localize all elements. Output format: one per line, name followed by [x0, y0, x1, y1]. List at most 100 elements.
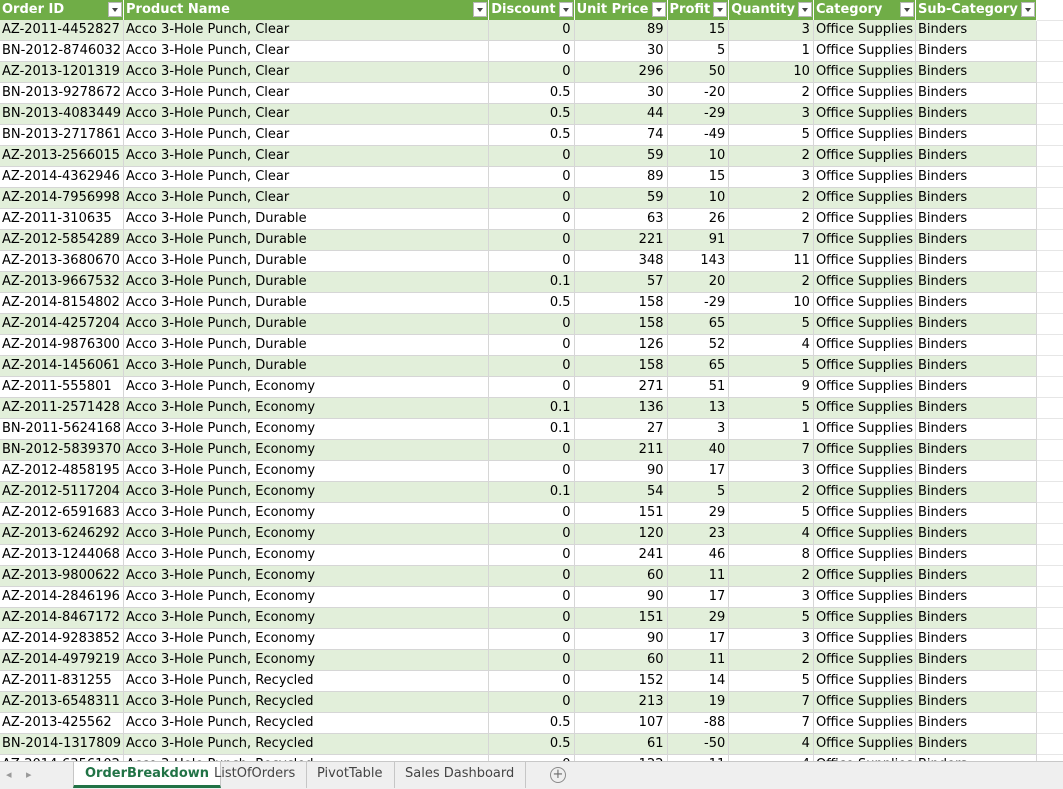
cell-discount[interactable]: 0	[488, 586, 575, 608]
cell-quantity[interactable]: 2	[728, 649, 814, 671]
cell-product-name[interactable]: Acco 3-Hole Punch, Economy	[123, 544, 490, 566]
cell-discount[interactable]: 0	[488, 565, 575, 587]
cell-unit-price[interactable]: 61	[574, 733, 668, 755]
empty-cell[interactable]	[1036, 208, 1063, 230]
cell-quantity[interactable]: 3	[728, 586, 814, 608]
cell-category[interactable]: Office Supplies	[813, 208, 917, 230]
cell-profit[interactable]: -50	[667, 733, 730, 755]
cell-category[interactable]: Office Supplies	[813, 250, 917, 272]
cell-quantity[interactable]: 5	[728, 313, 814, 335]
empty-cell[interactable]	[1036, 103, 1063, 125]
cell-order-id[interactable]: AZ-2013-3680670	[0, 250, 125, 272]
cell-discount[interactable]: 0	[488, 649, 575, 671]
cell-category[interactable]: Office Supplies	[813, 418, 917, 440]
cell-category[interactable]: Office Supplies	[813, 544, 917, 566]
filter-dropdown-icon[interactable]	[473, 2, 488, 17]
cell-category[interactable]: Office Supplies	[813, 712, 917, 734]
cell-unit-price[interactable]: 120	[574, 523, 668, 545]
cell-order-id[interactable]: BN-2013-9278672	[0, 82, 125, 104]
cell-unit-price[interactable]: 60	[574, 565, 668, 587]
cell-profit[interactable]: 17	[667, 460, 730, 482]
cell-profit[interactable]: -88	[667, 712, 730, 734]
cell-product-name[interactable]: Acco 3-Hole Punch, Clear	[123, 20, 490, 41]
add-sheet-icon[interactable]: +	[550, 767, 566, 783]
cell-unit-price[interactable]: 107	[574, 712, 668, 734]
cell-product-name[interactable]: Acco 3-Hole Punch, Economy	[123, 649, 490, 671]
cell-discount[interactable]: 0.5	[488, 82, 575, 104]
cell-product-name[interactable]: Acco 3-Hole Punch, Clear	[123, 124, 490, 146]
cell-order-id[interactable]: AZ-2014-4362946	[0, 166, 125, 188]
cell-sub-category[interactable]: Binders	[915, 313, 1037, 335]
cell-unit-price[interactable]: 151	[574, 502, 668, 524]
cell-order-id[interactable]: AZ-2013-1201319	[0, 61, 125, 83]
cell-sub-category[interactable]: Binders	[915, 502, 1037, 524]
cell-discount[interactable]: 0.5	[488, 712, 575, 734]
empty-cell[interactable]	[1036, 187, 1063, 209]
cell-quantity[interactable]: 4	[728, 334, 814, 356]
cell-quantity[interactable]: 5	[728, 124, 814, 146]
cell-unit-price[interactable]: 54	[574, 481, 668, 503]
cell-profit[interactable]: -20	[667, 82, 730, 104]
cell-category[interactable]: Office Supplies	[813, 292, 917, 314]
cell-unit-price[interactable]: 89	[574, 166, 668, 188]
tab-pivottable[interactable]: PivotTable	[306, 762, 395, 788]
cell-product-name[interactable]: Acco 3-Hole Punch, Economy	[123, 418, 490, 440]
cell-profit[interactable]: 13	[667, 397, 730, 419]
cell-unit-price[interactable]: 296	[574, 61, 668, 83]
cell-discount[interactable]: 0	[488, 208, 575, 230]
cell-unit-price[interactable]: 74	[574, 124, 668, 146]
cell-sub-category[interactable]: Binders	[915, 40, 1037, 62]
empty-cell[interactable]	[1036, 229, 1063, 251]
cell-profit[interactable]: 14	[667, 670, 730, 692]
cell-order-id[interactable]: AZ-2013-425562	[0, 712, 125, 734]
cell-profit[interactable]: -29	[667, 292, 730, 314]
cell-quantity[interactable]: 5	[728, 502, 814, 524]
filter-dropdown-icon[interactable]	[713, 2, 728, 17]
cell-sub-category[interactable]: Binders	[915, 271, 1037, 293]
cell-discount[interactable]: 0	[488, 166, 575, 188]
cell-order-id[interactable]: AZ-2013-1244068	[0, 544, 125, 566]
cell-discount[interactable]: 0.5	[488, 733, 575, 755]
cell-quantity[interactable]: 5	[728, 670, 814, 692]
cell-product-name[interactable]: Acco 3-Hole Punch, Economy	[123, 376, 490, 398]
cell-sub-category[interactable]: Binders	[915, 607, 1037, 629]
cell-sub-category[interactable]: Binders	[915, 376, 1037, 398]
cell-category[interactable]: Office Supplies	[813, 733, 917, 755]
cell-category[interactable]: Office Supplies	[813, 607, 917, 629]
cell-quantity[interactable]: 2	[728, 565, 814, 587]
filter-dropdown-icon[interactable]	[900, 2, 915, 17]
cell-category[interactable]: Office Supplies	[813, 523, 917, 545]
cell-sub-category[interactable]: Binders	[915, 292, 1037, 314]
empty-cell[interactable]	[1036, 712, 1063, 734]
cell-order-id[interactable]: AZ-2011-555801	[0, 376, 125, 398]
cell-order-id[interactable]: AZ-2013-9667532	[0, 271, 125, 293]
cell-order-id[interactable]: AZ-2014-8467172	[0, 607, 125, 629]
cell-category[interactable]: Office Supplies	[813, 376, 917, 398]
cell-quantity[interactable]: 11	[728, 250, 814, 272]
cell-product-name[interactable]: Acco 3-Hole Punch, Economy	[123, 481, 490, 503]
cell-quantity[interactable]: 3	[728, 20, 814, 41]
cell-product-name[interactable]: Acco 3-Hole Punch, Economy	[123, 628, 490, 650]
cell-unit-price[interactable]: 30	[574, 82, 668, 104]
cell-order-id[interactable]: AZ-2012-6591683	[0, 502, 125, 524]
cell-product-name[interactable]: Acco 3-Hole Punch, Economy	[123, 523, 490, 545]
cell-unit-price[interactable]: 57	[574, 271, 668, 293]
cell-product-name[interactable]: Acco 3-Hole Punch, Economy	[123, 397, 490, 419]
cell-sub-category[interactable]: Binders	[915, 586, 1037, 608]
cell-quantity[interactable]: 2	[728, 481, 814, 503]
empty-cell[interactable]	[1036, 649, 1063, 671]
cell-unit-price[interactable]: 90	[574, 460, 668, 482]
cell-product-name[interactable]: Acco 3-Hole Punch, Recycled	[123, 733, 490, 755]
cell-quantity[interactable]: 1	[728, 418, 814, 440]
cell-category[interactable]: Office Supplies	[813, 355, 917, 377]
cell-profit[interactable]: 17	[667, 628, 730, 650]
empty-cell[interactable]	[1036, 20, 1063, 41]
cell-product-name[interactable]: Acco 3-Hole Punch, Durable	[123, 355, 490, 377]
cell-unit-price[interactable]: 348	[574, 250, 668, 272]
cell-sub-category[interactable]: Binders	[915, 20, 1037, 41]
cell-product-name[interactable]: Acco 3-Hole Punch, Clear	[123, 187, 490, 209]
cell-discount[interactable]: 0	[488, 229, 575, 251]
cell-product-name[interactable]: Acco 3-Hole Punch, Economy	[123, 439, 490, 461]
header-unit-price[interactable]: Unit Price	[574, 0, 668, 20]
empty-cell[interactable]	[1036, 355, 1063, 377]
